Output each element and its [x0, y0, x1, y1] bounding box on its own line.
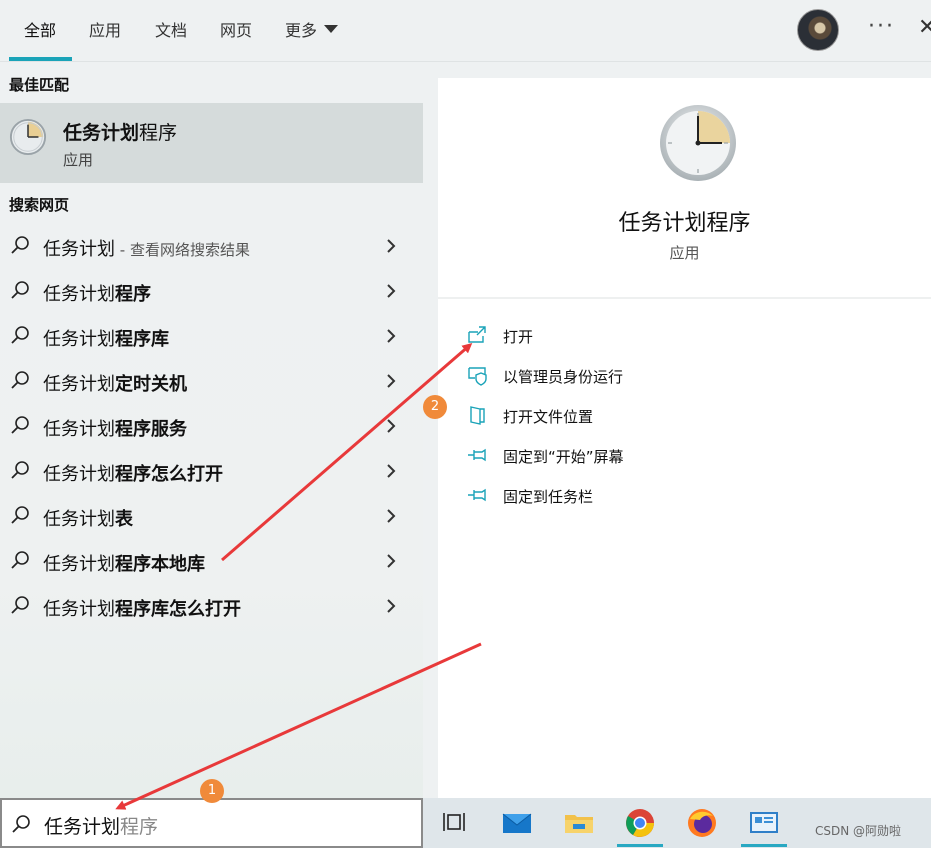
tab-more[interactable]: 更多 — [285, 19, 317, 43]
web-suggestion-item[interactable]: 任务计划定时关机 — [0, 359, 423, 403]
search-tab-bar: 全部 应用 文档 网页 更多 ··· ✕ — [0, 0, 931, 62]
firefox-icon[interactable] — [686, 807, 718, 839]
best-match-title: 任务计划程序 — [63, 122, 178, 144]
web-suggestion-text: 任务计划程序库 — [43, 329, 169, 350]
open-file-location-label: 打开文件位置 — [503, 408, 594, 426]
close-icon[interactable]: ✕ — [918, 15, 931, 40]
web-suggestion-text: 任务计划定时关机 — [43, 374, 187, 395]
step-badge-2: 2 — [423, 395, 447, 419]
search-icon — [12, 815, 30, 833]
tab-web[interactable]: 网页 — [220, 19, 252, 43]
search-icon — [11, 596, 29, 614]
chevron-right-icon[interactable] — [383, 281, 399, 301]
web-suggestion-item[interactable]: 任务计划表 — [0, 494, 423, 538]
tab-apps[interactable]: 应用 — [89, 19, 121, 43]
chevron-right-icon[interactable] — [383, 506, 399, 526]
web-suggestion-item[interactable]: 任务计划程序库怎么打开 — [0, 584, 423, 628]
search-icon — [11, 371, 29, 389]
detail-panel: 任务计划程序 应用 打开 以管理员身份运行 打开文件位置 固定到“开始”屏幕 固… — [438, 78, 931, 798]
pin-icon — [468, 488, 486, 502]
web-suggestion-text: 任务计划 - 查看网络搜索结果 — [43, 239, 250, 260]
web-suggestion-text: 任务计划程序库怎么打开 — [43, 599, 241, 620]
task-view-icon[interactable] — [439, 807, 471, 839]
run-as-admin-label: 以管理员身份运行 — [503, 368, 624, 386]
search-icon — [11, 281, 29, 299]
watermark: CSDN @阿勋啦 — [815, 824, 902, 838]
search-input[interactable]: 任务计划程序 — [0, 798, 423, 848]
web-suggestion-item[interactable]: 任务计划程序怎么打开 — [0, 449, 423, 493]
web-suggestion-text: 任务计划程序本地库 — [43, 554, 205, 575]
active-app-indicator — [617, 844, 663, 847]
chrome-icon[interactable] — [624, 807, 656, 839]
web-suggestion-text: 任务计划程序 — [43, 284, 151, 305]
web-suggestion-item[interactable]: 任务计划程序服务 — [0, 404, 423, 448]
search-query: 任务计划程序 — [44, 816, 159, 838]
chevron-right-icon[interactable] — [383, 551, 399, 571]
pin-to-taskbar-action[interactable]: 固定到任务栏 — [466, 484, 886, 510]
app-title: 任务计划程序 — [618, 211, 751, 236]
app-type: 应用 — [669, 244, 700, 262]
web-suggestion-text: 任务计划表 — [43, 509, 133, 530]
open-icon — [468, 326, 486, 343]
web-search-heading: 搜索网页 — [9, 196, 70, 214]
results-panel: 最佳匹配 任务计划程序 应用 搜索网页 任务计划 - 查看网络搜索结果 任务计划程… — [0, 63, 423, 798]
web-suggestion-text: 任务计划程序服务 — [43, 419, 187, 440]
chevron-right-icon[interactable] — [383, 371, 399, 391]
control-panel-icon[interactable] — [748, 807, 780, 839]
divider — [438, 297, 931, 299]
open-action[interactable]: 打开 — [466, 324, 886, 350]
chevron-right-icon[interactable] — [383, 461, 399, 481]
mail-icon[interactable] — [501, 807, 533, 839]
run-as-admin-action[interactable]: 以管理员身份运行 — [466, 364, 886, 390]
chevron-down-icon[interactable] — [324, 25, 338, 33]
search-icon — [11, 461, 29, 479]
active-app-indicator — [741, 844, 787, 847]
step-badge-1: 1 — [200, 779, 224, 803]
chevron-right-icon[interactable] — [383, 236, 399, 256]
file-explorer-icon[interactable] — [563, 807, 595, 839]
chevron-right-icon[interactable] — [383, 416, 399, 436]
avatar[interactable] — [797, 9, 839, 51]
web-suggestion-item[interactable]: 任务计划程序本地库 — [0, 539, 423, 583]
web-suggestion-item[interactable]: 任务计划 - 查看网络搜索结果 — [0, 224, 423, 268]
open-file-location-action[interactable]: 打开文件位置 — [466, 404, 886, 430]
search-icon — [11, 551, 29, 569]
chevron-right-icon[interactable] — [383, 596, 399, 616]
active-tab-indicator — [9, 57, 72, 61]
taskbar: CSDN @阿勋啦 — [423, 798, 931, 848]
shield-icon — [468, 367, 487, 386]
tab-documents[interactable]: 文档 — [155, 19, 187, 43]
chevron-right-icon[interactable] — [383, 326, 399, 346]
search-icon — [11, 326, 29, 344]
search-icon — [11, 236, 29, 254]
search-icon — [11, 416, 29, 434]
tab-all[interactable]: 全部 — [24, 19, 56, 43]
pin-to-taskbar-label: 固定到任务栏 — [503, 488, 594, 506]
pin-icon — [468, 448, 486, 462]
search-icon — [11, 506, 29, 524]
web-suggestion-item[interactable]: 任务计划程序 — [0, 269, 423, 313]
ellipsis-icon[interactable]: ··· — [868, 14, 895, 39]
best-match-item[interactable]: 任务计划程序 应用 — [0, 103, 423, 183]
web-suggestion-item[interactable]: 任务计划程序库 — [0, 314, 423, 358]
open-label: 打开 — [503, 328, 534, 346]
clock-icon — [9, 118, 47, 156]
pin-to-start-action[interactable]: 固定到“开始”屏幕 — [466, 444, 886, 470]
best-match-heading: 最佳匹配 — [9, 76, 70, 94]
best-match-subtitle: 应用 — [63, 151, 94, 169]
file-location-icon — [470, 406, 485, 425]
clock-icon — [660, 105, 736, 181]
pin-to-start-label: 固定到“开始”屏幕 — [503, 448, 624, 466]
web-suggestion-text: 任务计划程序怎么打开 — [43, 464, 223, 485]
